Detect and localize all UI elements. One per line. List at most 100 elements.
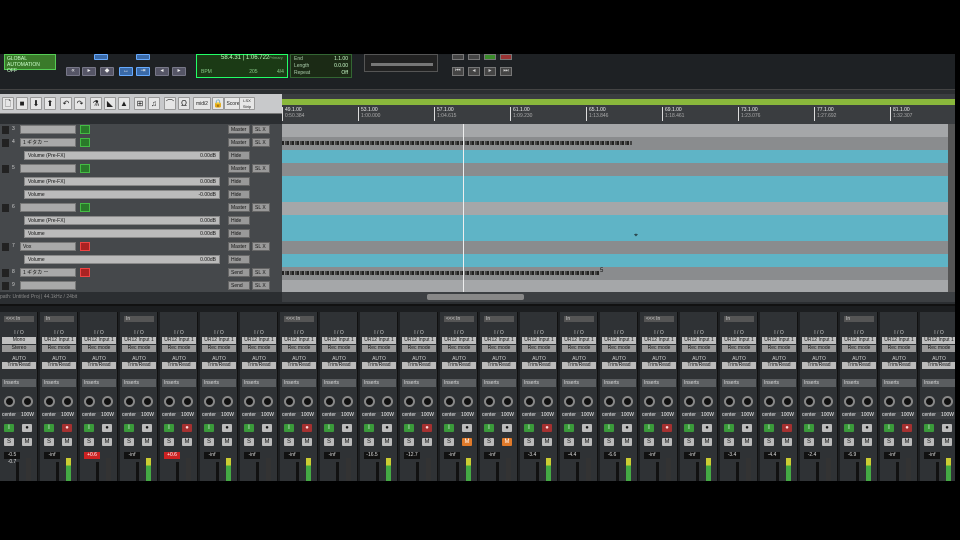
- input-select[interactable]: UR12 Input 1: [842, 337, 876, 344]
- mute-button[interactable]: M: [302, 438, 312, 446]
- loop-icon[interactable]: ↔: [119, 67, 133, 76]
- rec-mode-select[interactable]: Rec mode: [642, 345, 676, 352]
- inserts-button[interactable]: Inserts: [762, 379, 796, 387]
- lsx-strip-button[interactable]: LSX Strip: [239, 97, 255, 110]
- record-button[interactable]: ●: [502, 424, 512, 432]
- track-header[interactable]: 9 Send SL X: [0, 280, 282, 292]
- input-monitor-button[interactable]: I: [244, 424, 254, 432]
- rec-mode-select[interactable]: Rec mode: [762, 345, 796, 352]
- record-button[interactable]: ●: [382, 424, 392, 432]
- input-select[interactable]: UR12 Input 1: [522, 337, 556, 344]
- input-monitor-button[interactable]: I: [44, 424, 54, 432]
- pan-knob-icon[interactable]: [724, 396, 735, 407]
- midi-button[interactable]: midi2: [193, 97, 211, 110]
- automation-param[interactable]: Volume 0.00dB: [24, 255, 220, 264]
- play-icon[interactable]: ▸: [82, 67, 96, 76]
- record-button[interactable]: ●: [822, 424, 832, 432]
- width-knob-icon[interactable]: [702, 396, 713, 407]
- volume-fader[interactable]: [296, 462, 299, 481]
- strip-chip[interactable]: In: [844, 316, 874, 322]
- input-select[interactable]: UR12 Input 1: [282, 337, 316, 344]
- input-select[interactable]: UR12 Input 1: [242, 337, 276, 344]
- automation-lane-header[interactable]: Volume -0.00dB Hide: [0, 189, 282, 201]
- lane-mode-select[interactable]: Hide: [228, 190, 250, 199]
- rec-mode-select[interactable]: Rec mode: [162, 345, 196, 352]
- input-select[interactable]: UR12 Input 1: [682, 337, 716, 344]
- automation-param[interactable]: Volume (Pre-FX) 0.00dB: [24, 151, 220, 160]
- width-knob-icon[interactable]: [542, 396, 553, 407]
- pan-knob-icon[interactable]: [404, 396, 415, 407]
- input-monitor-button[interactable]: I: [724, 424, 734, 432]
- pan-knob-icon[interactable]: [444, 396, 455, 407]
- input-monitor-button[interactable]: I: [924, 424, 934, 432]
- rec-mode-select[interactable]: Rec mode: [42, 345, 76, 352]
- lane-mode-select[interactable]: Hide: [228, 255, 250, 264]
- strip-chip[interactable]: In: [484, 316, 514, 322]
- inserts-button[interactable]: Inserts: [362, 379, 396, 387]
- input-select[interactable]: Mono: [2, 337, 36, 344]
- global-automation-button[interactable]: GLOBAL AUTOMATION OFF: [4, 54, 56, 74]
- input-select[interactable]: UR12 Input 1: [122, 337, 156, 344]
- pan-knob-icon[interactable]: [484, 396, 495, 407]
- inserts-button[interactable]: Inserts: [442, 379, 476, 387]
- automation-mode-select[interactable]: Trim/Read: [882, 362, 916, 369]
- automation-mode-select[interactable]: Trim/Read: [562, 362, 596, 369]
- volume-fader[interactable]: [376, 462, 379, 481]
- track-mode-select[interactable]: Send: [228, 281, 250, 290]
- automation-mode-select[interactable]: Trim/Read: [362, 362, 396, 369]
- solo-button[interactable]: S: [364, 438, 374, 446]
- pan-knob-icon[interactable]: [564, 396, 575, 407]
- pan-knob-icon[interactable]: [524, 396, 535, 407]
- rec-mode-select[interactable]: Rec mode: [842, 345, 876, 352]
- input-monitor-button[interactable]: I: [444, 424, 454, 432]
- pan-knob-icon[interactable]: [764, 396, 775, 407]
- inserts-button[interactable]: Inserts: [82, 379, 116, 387]
- input-monitor-button[interactable]: I: [284, 424, 294, 432]
- rec-mode-select[interactable]: Rec mode: [82, 345, 116, 352]
- automation-mode-select[interactable]: Trim/Read: [482, 362, 516, 369]
- record-button[interactable]: ●: [902, 424, 912, 432]
- mute-button[interactable]: M: [902, 438, 912, 446]
- input-select[interactable]: UR12 Input 1: [922, 337, 955, 344]
- volume-fader[interactable]: [16, 462, 19, 481]
- strip-chip[interactable]: In: [44, 316, 74, 322]
- magnet-icon[interactable]: Ω: [178, 97, 190, 110]
- width-knob-icon[interactable]: [582, 396, 593, 407]
- tool-a-icon[interactable]: [94, 54, 108, 60]
- record-button[interactable]: ●: [942, 424, 952, 432]
- solo-button[interactable]: S: [44, 438, 54, 446]
- input-select[interactable]: UR12 Input 1: [402, 337, 436, 344]
- input-select[interactable]: UR12 Input 1: [82, 337, 116, 344]
- loop-range-box[interactable]: End 1.1.00 Length 0.0.00 Repeat Off: [290, 54, 352, 78]
- record-button[interactable]: ●: [142, 424, 152, 432]
- strip-chip[interactable]: In: [124, 316, 154, 322]
- width-knob-icon[interactable]: [502, 396, 513, 407]
- record-button[interactable]: ●: [582, 424, 592, 432]
- pan-knob-icon[interactable]: [284, 396, 295, 407]
- automation-mode-select[interactable]: Trim/Read: [842, 362, 876, 369]
- mute-button[interactable]: M: [782, 438, 792, 446]
- track-record-arm[interactable]: [80, 268, 90, 277]
- width-knob-icon[interactable]: [182, 396, 193, 407]
- new-doc-icon[interactable]: 🗋: [2, 97, 14, 110]
- rewind-button-icon[interactable]: ◂: [468, 67, 480, 76]
- input-monitor-button[interactable]: I: [204, 424, 214, 432]
- input-monitor-button[interactable]: I: [804, 424, 814, 432]
- volume-fader[interactable]: [616, 462, 619, 481]
- input-monitor-button[interactable]: I: [684, 424, 694, 432]
- pan-knob-icon[interactable]: [324, 396, 335, 407]
- save-icon[interactable]: ■: [16, 97, 28, 110]
- mute-button[interactable]: M: [142, 438, 152, 446]
- mute-button[interactable]: M: [942, 438, 952, 446]
- mute-button[interactable]: M: [262, 438, 272, 446]
- inserts-button[interactable]: Inserts: [162, 379, 196, 387]
- punch-icon[interactable]: ⇥: [136, 67, 150, 76]
- automation-mode-select[interactable]: Trim/Read: [242, 362, 276, 369]
- rec-mode-select[interactable]: Rec mode: [362, 345, 396, 352]
- track-name-field[interactable]: 1 ギタカ ー: [20, 268, 76, 277]
- input-select[interactable]: UR12 Input 1: [722, 337, 756, 344]
- mute-button[interactable]: M: [822, 438, 832, 446]
- volume-fader[interactable]: [536, 462, 539, 481]
- automation-mode-select[interactable]: Trim/Read: [802, 362, 836, 369]
- automation-param[interactable]: Volume 0.00dB: [24, 229, 220, 238]
